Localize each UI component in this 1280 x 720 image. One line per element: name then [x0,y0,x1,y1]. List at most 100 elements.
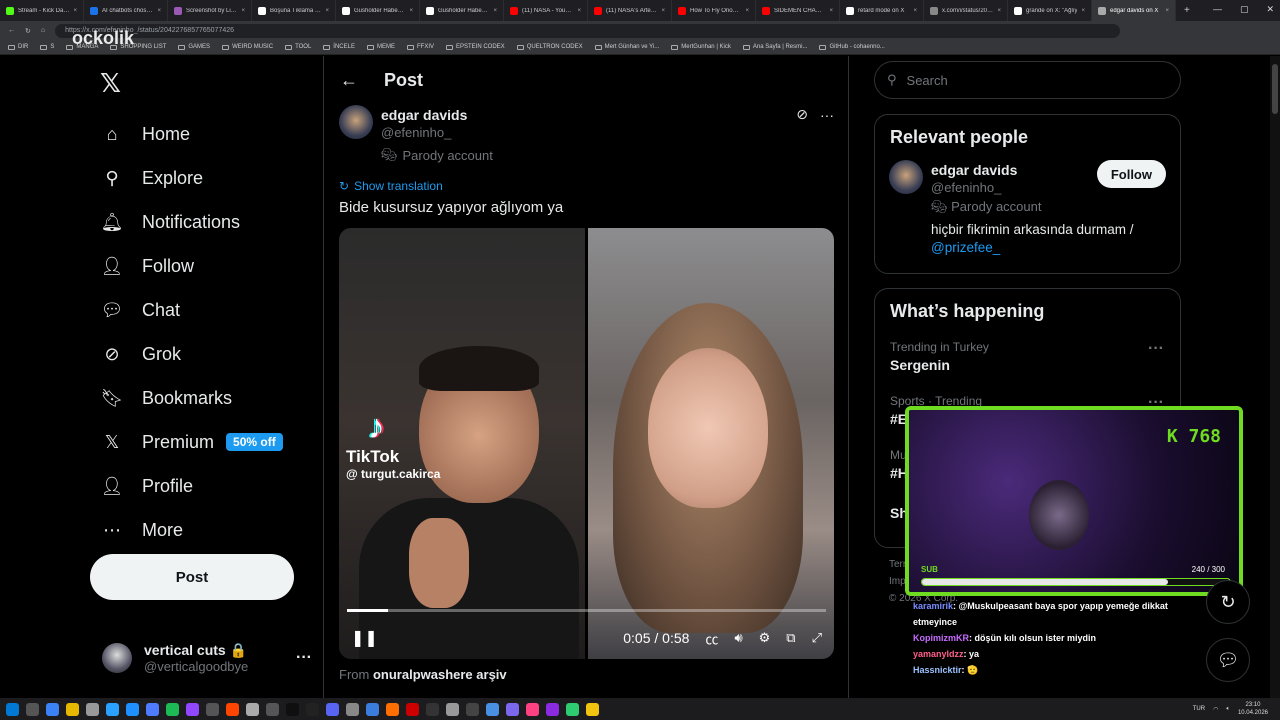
taskbar-app-icon[interactable] [126,702,139,716]
trend-more-icon[interactable]: ··· [1148,340,1164,358]
taskbar-app-icon[interactable] [346,702,359,716]
bookmark-item[interactable]: MEME [366,44,395,50]
tab-close-icon[interactable]: × [661,8,665,14]
browser-tab[interactable]: AI chatbots chose n × [84,0,168,21]
tab-close-icon[interactable]: × [997,8,1001,14]
browser-tab[interactable]: Stream - Kick Dashb × [0,0,84,21]
close-window-icon[interactable]: ✕ [1266,4,1274,15]
taskbar-app-icon[interactable] [486,702,499,716]
show-translation-link[interactable]: ↻ Show translation [339,179,443,193]
taskbar-app-icon[interactable] [106,702,119,716]
from-source-link[interactable]: onuralpwashere arşiv [373,667,507,682]
back-arrow-icon[interactable]: ← [340,70,358,91]
tab-close-icon[interactable]: × [325,8,329,14]
sidebar-item-more[interactable]: ⋯ More [100,508,283,552]
tab-close-icon[interactable]: × [241,8,245,14]
fullscreen-icon[interactable]: ⤢ [812,630,822,646]
browser-tab[interactable]: Boşuna Tıklama on X× [252,0,336,21]
home-icon-browser[interactable]: ⌂ [41,27,45,34]
browser-tab[interactable]: Screenshot by Lightsh× [168,0,252,21]
grok-icon[interactable]: ⊘ [796,106,808,123]
maximize-icon[interactable]: ▢ [1240,4,1249,15]
browser-tab[interactable]: (11) NASA's Artemis × [588,0,672,21]
tab-close-icon[interactable]: × [913,8,917,14]
tab-close-icon[interactable]: × [73,8,77,14]
video-progress-bar[interactable] [347,609,826,612]
taskbar-app-icon[interactable] [406,702,419,716]
taskbar-app-icon[interactable] [246,702,259,716]
taskbar-app-icon[interactable] [566,702,579,716]
sidebar-item-explore[interactable]: ⚲ Explore [100,156,283,200]
taskbar-app-icon[interactable] [66,702,79,716]
trend-item[interactable]: Trending in Turkey Sergenin ··· [875,334,1180,388]
sidebar-item-notifications[interactable]: 🔔︎ Notifications [100,200,283,244]
messages-fab[interactable]: 💬︎ [1206,638,1250,682]
author-avatar[interactable] [339,105,373,139]
wifi-icon[interactable]: ◠ [1213,706,1218,713]
bookmark-item[interactable]: Ana Sayfa | Resmi... [742,44,807,50]
bookmark-item[interactable]: MertGunhan | Kick [671,44,731,50]
taskbar-app-icon[interactable] [206,702,219,716]
more-icon[interactable]: ··· [820,107,834,123]
sidebar-item-chat[interactable]: 💬︎ Chat [100,288,283,332]
taskbar-app-icon[interactable] [186,702,199,716]
tab-close-icon[interactable]: × [1081,8,1085,14]
x-logo-icon[interactable]: 𝕏 [100,68,121,99]
tab-close-icon[interactable]: × [577,8,581,14]
bookmark-item[interactable]: GAMES [178,44,210,50]
bookmark-item[interactable]: TOOL [285,44,311,50]
tab-close-icon[interactable]: × [409,8,413,14]
bookmark-item[interactable]: FFXIV [406,44,434,50]
browser-tab[interactable]: SIDEMEN CHARITY M× [756,0,840,21]
bookmark-item[interactable]: QUELTRON CODEX [516,44,583,50]
taskbar-app-icon[interactable] [546,702,559,716]
browser-tab[interactable]: (11) NASA - YouTube × [504,0,588,21]
tab-close-icon[interactable]: × [1165,8,1169,14]
person-bio-link[interactable]: @prizefee_ [931,240,1000,255]
tab-close-icon[interactable]: × [745,8,749,14]
taskbar-app-icon[interactable] [226,702,239,716]
taskbar-app-icon[interactable] [446,702,459,716]
sidebar-item-follow[interactable]: 👤︎ Follow [100,244,283,288]
taskbar-app-icon[interactable] [586,702,599,716]
taskbar-app-icon[interactable] [146,702,159,716]
volume-tray-icon[interactable]: 🔈︎ [1226,706,1230,713]
author-handle[interactable]: @efeninho_ [381,125,493,140]
new-tab-button[interactable]: + [1176,5,1198,16]
taskbar-app-icon[interactable] [306,702,319,716]
url-input[interactable]: https://x.com/efeninho_/status/204227685… [55,23,1120,38]
sidebar-item-premium[interactable]: 𝕏 Premium 50% off [100,420,283,464]
browser-tab[interactable]: Gusholder Haber Bü × [336,0,420,21]
tab-close-icon[interactable]: × [493,8,497,14]
taskbar-app-icon[interactable] [526,702,539,716]
taskbar-app-icon[interactable] [166,702,179,716]
video-player[interactable]: ♪ TikTok @ turgut.cakirca ❚❚ 0:05 / 0:58… [339,228,834,659]
taskbar-app-icon[interactable] [26,702,39,716]
taskbar-app-icon[interactable] [86,702,99,716]
pause-icon[interactable]: ❚❚ [351,628,378,648]
taskbar-app-icon[interactable] [46,702,59,716]
browser-tab[interactable]: How To Fly Orion - Y × [672,0,756,21]
person-handle[interactable]: @efeninho_ [931,180,1041,195]
taskbar-app-icon[interactable] [326,702,339,716]
taskbar-app-icon[interactable] [426,702,439,716]
bookmark-item[interactable]: WEIRD MUSIC [222,44,273,50]
post-button[interactable]: Post [90,554,294,600]
browser-tab[interactable]: grande on X: "Ağlıy × [1008,0,1092,21]
bookmark-item[interactable]: DIR [8,44,28,50]
browser-tab[interactable]: Gusholder Haber Bü × [420,0,504,21]
bookmark-item[interactable]: İNCELE [323,44,355,50]
search-input[interactable]: ⚲ Search [874,61,1181,99]
clock[interactable]: 23:10 10.04.2026 [1238,701,1268,717]
tab-close-icon[interactable]: × [157,8,161,14]
windows-start-icon[interactable] [6,702,19,716]
person-name[interactable]: edgar davids [931,162,1041,178]
minimize-icon[interactable]: — [1213,4,1222,15]
bookmark-item[interactable]: Mert Günhan ve Yi... [594,44,659,50]
account-more-icon[interactable]: ··· [296,649,312,667]
volume-icon[interactable]: 🔊︎ [734,630,742,646]
sidebar-item-grok[interactable]: ⊘ Grok [100,332,283,376]
bookmark-item[interactable]: S [40,44,54,50]
author-name[interactable]: edgar davids [381,107,493,123]
taskbar-app-icon[interactable] [466,702,479,716]
